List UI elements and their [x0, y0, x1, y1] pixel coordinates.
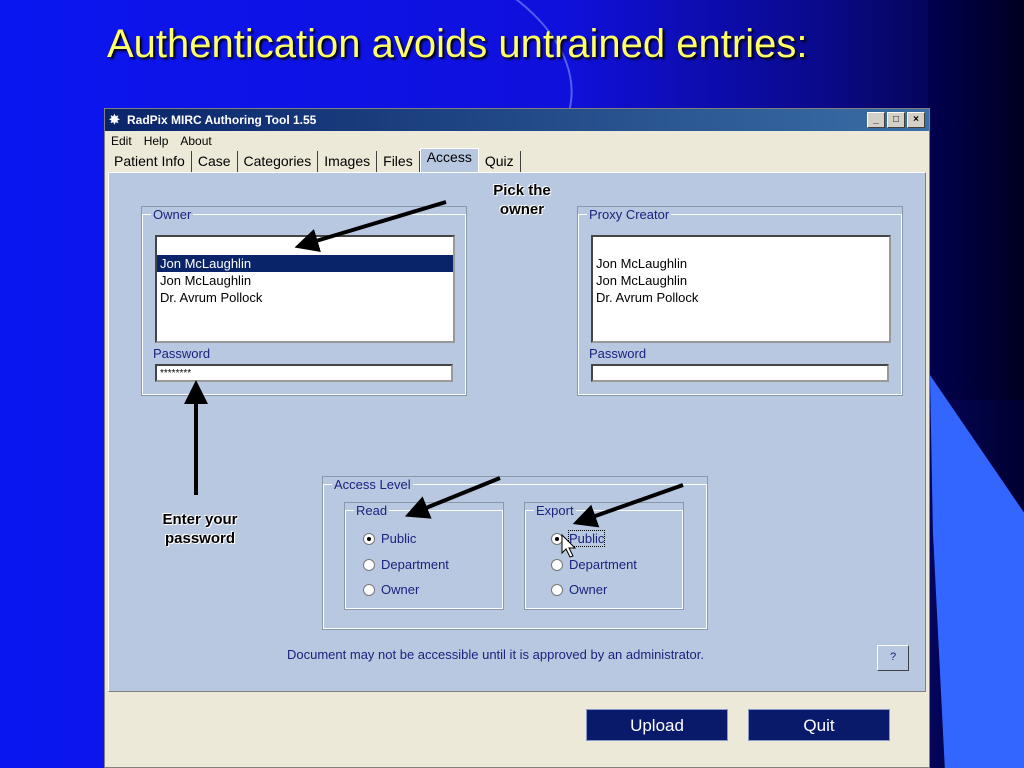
proxy-creator-legend: Proxy Creator: [589, 207, 670, 222]
read-owner-option[interactable]: Owner: [363, 582, 419, 597]
radio-button[interactable]: [551, 532, 563, 545]
read-legend: Read: [356, 503, 388, 518]
proxy-empty-row[interactable]: [593, 237, 889, 255]
proxy-password-label: Password: [589, 346, 647, 361]
owner-empty-row[interactable]: [157, 237, 453, 255]
export-public-label: Public: [567, 530, 606, 547]
app-icon: ✸: [109, 112, 120, 127]
tab-case[interactable]: Case: [192, 151, 238, 172]
tab-quiz[interactable]: Quiz: [479, 151, 521, 172]
quit-button[interactable]: Quit: [748, 709, 890, 741]
export-owner-label: Owner: [569, 582, 608, 597]
proxy-listbox[interactable]: Jon McLaughlin Jon McLaughlin Dr. Avrum …: [591, 235, 891, 343]
export-department-option[interactable]: Department: [551, 557, 637, 572]
owner-listbox[interactable]: Jon McLaughlin Jon McLaughlin Dr. Avrum …: [155, 235, 455, 343]
menu-help[interactable]: Help: [144, 134, 169, 148]
annotation-line: Enter your: [162, 511, 238, 528]
export-public-option[interactable]: Public: [551, 530, 606, 547]
menu-about[interactable]: About: [180, 134, 211, 148]
minimize-button[interactable]: _: [867, 112, 885, 128]
decorative-dark-band: [928, 0, 1024, 400]
read-department-option[interactable]: Department: [363, 557, 449, 572]
radio-button[interactable]: [363, 583, 375, 596]
window-titlebar[interactable]: ✸ RadPix MIRC Authoring Tool 1.55 _ □ ×: [105, 109, 929, 131]
menu-edit[interactable]: Edit: [111, 134, 132, 148]
maximize-button[interactable]: □: [887, 112, 905, 128]
proxy-option[interactable]: Jon McLaughlin: [593, 272, 889, 289]
owner-option[interactable]: Jon McLaughlin: [157, 272, 453, 289]
window-controls: _ □ ×: [867, 112, 925, 128]
read-department-label: Department: [381, 557, 449, 572]
close-button[interactable]: ×: [907, 112, 925, 128]
owner-legend: Owner: [153, 207, 192, 222]
owner-password-label: Password: [153, 346, 211, 361]
radio-button[interactable]: [363, 532, 375, 545]
radio-button[interactable]: [551, 583, 563, 596]
pick-owner-annotation: Pick the owner: [484, 181, 560, 219]
export-owner-option[interactable]: Owner: [551, 582, 607, 597]
approval-notice: Document may not be accessible until it …: [287, 647, 704, 662]
help-button[interactable]: ?: [877, 645, 909, 671]
annotation-line: owner: [499, 201, 545, 218]
proxy-option[interactable]: Dr. Avrum Pollock: [593, 289, 889, 306]
tab-images[interactable]: Images: [318, 151, 378, 172]
radio-button[interactable]: [363, 558, 375, 571]
tab-categories[interactable]: Categories: [238, 151, 319, 172]
menu-bar: Edit Help About: [105, 131, 929, 150]
tab-files[interactable]: Files: [377, 151, 420, 172]
owner-option[interactable]: Jon McLaughlin: [157, 255, 453, 272]
owner-option[interactable]: Dr. Avrum Pollock: [157, 289, 453, 306]
access-level-legend: Access Level: [334, 477, 411, 492]
tab-patient-info[interactable]: Patient Info: [108, 151, 192, 172]
tab-bar: Patient Info Case Categories Images File…: [105, 148, 929, 172]
access-panel: Owner Jon McLaughlin Jon McLaughlin Dr. …: [108, 172, 926, 692]
window-title: RadPix MIRC Authoring Tool 1.55: [127, 113, 317, 127]
tab-access[interactable]: Access: [419, 148, 479, 172]
enter-password-annotation: Enter your password: [148, 510, 252, 548]
annotation-line: Pick the: [493, 182, 551, 199]
read-public-label: Public: [381, 531, 417, 546]
upload-button[interactable]: Upload: [586, 709, 728, 741]
proxy-password-field[interactable]: [591, 364, 889, 382]
export-department-label: Department: [569, 557, 637, 572]
annotation-line: password: [164, 530, 236, 547]
proxy-option[interactable]: Jon McLaughlin: [593, 255, 889, 272]
owner-password-field[interactable]: ********: [155, 364, 453, 382]
export-legend: Export: [536, 503, 574, 518]
read-public-option[interactable]: Public: [363, 531, 416, 546]
read-owner-label: Owner: [381, 582, 420, 597]
slide-title: Authentication avoids untrained entries:: [107, 22, 808, 66]
radio-button[interactable]: [551, 558, 563, 571]
